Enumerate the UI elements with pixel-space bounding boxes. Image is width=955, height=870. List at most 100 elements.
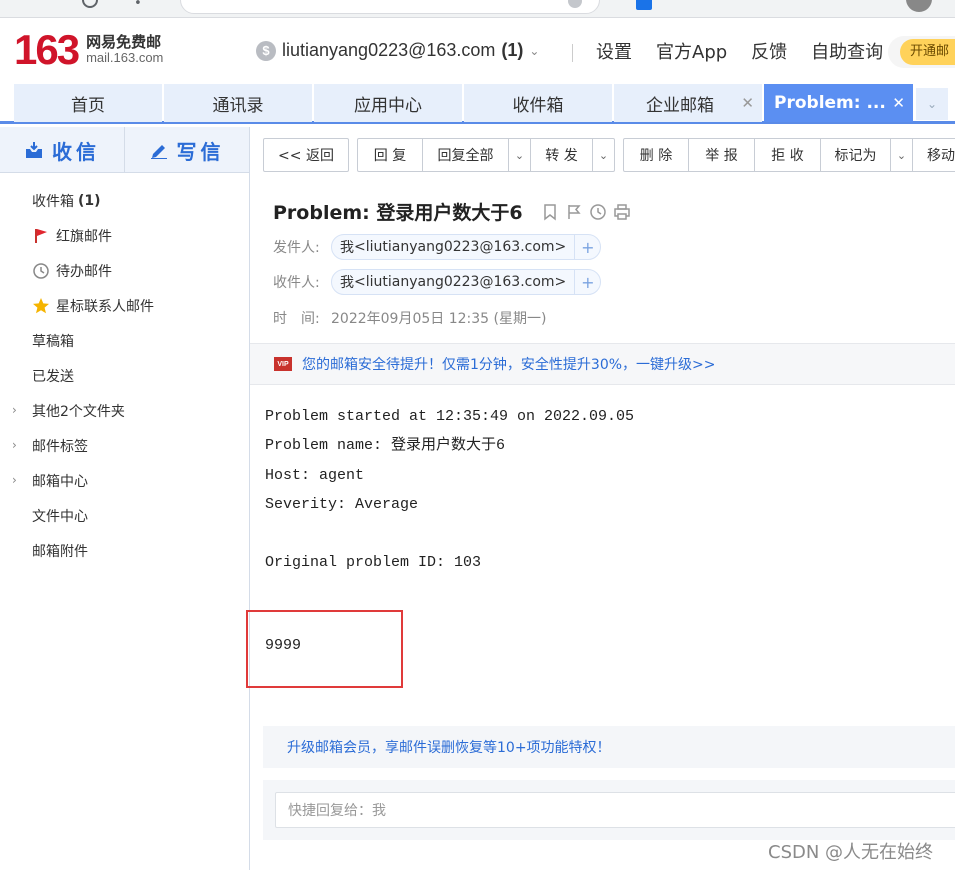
quick-reply-input[interactable]: 快捷回复给：我 — [275, 792, 955, 828]
sidebar-item-sent[interactable]: 已发送 — [0, 358, 249, 393]
sidebar-item-flagged[interactable]: 红旗邮件 — [0, 218, 249, 253]
refresh-icon[interactable] — [82, 0, 98, 8]
sidebar-item-todo[interactable]: 待办邮件 — [0, 253, 249, 288]
back-button[interactable]: << 返回 — [263, 138, 349, 172]
upgrade-banner-text: 升级邮箱会员，享邮件误删恢复等10+项功能特权！ — [287, 740, 611, 756]
move-button[interactable]: 移动 — [913, 138, 955, 172]
recipient-chip[interactable]: 我 <liutianyang0223@163.com> + — [331, 269, 602, 295]
profile-avatar[interactable] — [906, 0, 932, 12]
sender-label: 发件人: — [273, 240, 320, 256]
reply-group: 回 复 回复全部 ⌄ 转 发 ⌄ — [357, 138, 615, 172]
official-app-link[interactable]: 官方App — [656, 38, 727, 64]
inbox-icon — [26, 142, 42, 158]
pen-icon — [150, 145, 167, 159]
compose-button[interactable]: 写信 — [124, 127, 248, 173]
security-banner-text: 您的邮箱安全待提升！仅需1分钟，安全性提升30%，一键升级>> — [302, 357, 716, 373]
bookmark-icon[interactable] — [636, 0, 652, 10]
sender-name: 我 — [340, 240, 354, 256]
tab-problem[interactable]: Problem: ... ✕ — [764, 84, 913, 122]
top-links: 设置 官方App 反馈 自助查询 — [596, 38, 907, 64]
open-vip-button[interactable]: 开通邮 — [900, 39, 955, 65]
recipient-name: 我 — [340, 275, 354, 291]
red-flag-icon — [32, 227, 50, 245]
flag-icon[interactable] — [565, 203, 583, 221]
logo-number: 163 — [14, 26, 80, 73]
close-icon[interactable]: ✕ — [892, 94, 905, 112]
clock-icon[interactable] — [589, 203, 607, 221]
sidebar-item-file-center[interactable]: 文件中心 — [0, 498, 249, 533]
chevron-right-icon[interactable]: › — [12, 438, 17, 452]
chevron-down-icon: ⌄ — [529, 43, 540, 58]
receive-button[interactable]: 收信 — [0, 127, 124, 173]
divider — [572, 44, 573, 62]
sidebar-item-other-folders[interactable]: › 其他2个文件夹 — [0, 393, 249, 428]
self-service-link[interactable]: 自助查询 — [811, 38, 883, 64]
mail-toolbar: << 返回 回 复 回复全部 ⌄ 转 发 ⌄ 删 除 举 报 拒 收 标记为 ⌄… — [263, 138, 955, 172]
chevron-right-icon[interactable]: › — [12, 403, 17, 417]
reject-button[interactable]: 拒 收 — [755, 138, 821, 172]
email-body: Problem started at 12:35:49 on 2022.09.0… — [265, 408, 635, 572]
sidebar-item-starred-contacts[interactable]: 星标联系人邮件 — [0, 288, 249, 323]
time-label: 时 间: — [273, 311, 320, 327]
tab-app-center[interactable]: 应用中心 — [314, 84, 462, 122]
recipient-address: <liutianyang0223@163.com> — [354, 274, 567, 290]
star-icon — [32, 297, 50, 315]
reply-button[interactable]: 回 复 — [357, 138, 423, 172]
account-unread-count: (1) — [501, 40, 524, 60]
upgrade-banner[interactable]: 升级邮箱会员，享邮件误删恢复等10+项功能特权！ — [263, 726, 955, 768]
extension-icon[interactable]: • — [134, 0, 142, 11]
add-contact-icon[interactable]: + — [574, 270, 600, 294]
highlight-box — [246, 610, 403, 688]
address-bar[interactable] — [180, 0, 600, 14]
logo-domain: mail.163.com — [86, 50, 164, 65]
bookmark-icon[interactable] — [541, 203, 559, 221]
recipient-row: 收件人: 我 <liutianyang0223@163.com> + — [273, 269, 602, 295]
add-contact-icon[interactable]: + — [574, 235, 600, 259]
sidebar: 收信 写信 收件箱 (1) 红旗邮件 待办邮件 星标联系人邮件 草稿箱 已发送 ›… — [0, 127, 250, 870]
time-value: 2022年09月05日 12:35 (星期一) — [331, 311, 547, 327]
mail-actions: 收信 写信 — [0, 127, 249, 173]
report-button[interactable]: 举 报 — [689, 138, 755, 172]
sender-chip[interactable]: 我 <liutianyang0223@163.com> + — [331, 234, 602, 260]
tab-home[interactable]: 首页 — [14, 84, 162, 122]
tab-enterprise-mail[interactable]: 企业邮箱 ✕ — [614, 84, 762, 122]
sidebar-item-drafts[interactable]: 草稿箱 — [0, 323, 249, 358]
chevron-down-icon[interactable]: ⌄ — [509, 138, 531, 172]
account-menu[interactable]: $ liutianyang0223@163.com (1) ⌄ — [256, 40, 539, 61]
tab-contacts[interactable]: 通讯录 — [164, 84, 312, 122]
mark-as-button[interactable]: 标记为 — [821, 138, 891, 172]
chevron-down-icon[interactable]: ⌄ — [891, 138, 913, 172]
delete-button[interactable]: 删 除 — [623, 138, 689, 172]
print-icon[interactable] — [613, 203, 631, 221]
security-banner[interactable]: VIP 您的邮箱安全待提升！仅需1分钟，安全性提升30%，一键升级>> — [250, 343, 955, 385]
close-icon[interactable]: ✕ — [741, 94, 754, 112]
chevron-down-icon[interactable]: ⌄ — [916, 88, 948, 120]
sender-row: 发件人: 我 <liutianyang0223@163.com> + — [273, 234, 602, 260]
mail-header: 163 网易免费邮 mail.163.com $ liutianyang0223… — [0, 18, 955, 84]
tab-bar: 首页 通讯录 应用中心 收件箱 企业邮箱 ✕ Problem: ... ✕ ⌄ — [0, 84, 955, 124]
coin-icon: $ — [256, 40, 276, 61]
quick-reply-area: 快捷回复给：我 — [263, 780, 955, 840]
vip-pill: 开通邮 — [888, 36, 955, 68]
feedback-link[interactable]: 反馈 — [751, 38, 787, 64]
tab-inbox[interactable]: 收件箱 — [464, 84, 612, 122]
chevron-right-icon[interactable]: › — [12, 473, 17, 487]
forward-button[interactable]: 转 发 — [531, 138, 593, 172]
netease-logo[interactable]: 163 网易免费邮 mail.163.com — [14, 26, 164, 73]
email-subject-row: Problem: 登录用户数大于6 — [273, 198, 631, 225]
chevron-down-icon[interactable]: ⌄ — [593, 138, 615, 172]
watermark: CSDN @人无在始终 — [768, 842, 934, 863]
browser-toolbar-remnant: • — [0, 0, 955, 18]
folder-list: 收件箱 (1) 红旗邮件 待办邮件 星标联系人邮件 草稿箱 已发送 › 其他2个文… — [0, 183, 249, 568]
email-subject: Problem: 登录用户数大于6 — [273, 202, 523, 224]
clock-icon — [32, 262, 50, 280]
settings-link[interactable]: 设置 — [596, 38, 632, 64]
sidebar-item-tags[interactable]: › 邮件标签 — [0, 428, 249, 463]
reply-all-button[interactable]: 回复全部 — [423, 138, 509, 172]
sidebar-item-inbox[interactable]: 收件箱 (1) — [0, 183, 249, 218]
sidebar-item-attachments[interactable]: 邮箱附件 — [0, 533, 249, 568]
vip-icon: VIP — [274, 357, 292, 371]
sender-address: <liutianyang0223@163.com> — [354, 239, 567, 255]
quick-reply-placeholder: 快捷回复给：我 — [288, 803, 386, 819]
sidebar-item-mail-center[interactable]: › 邮箱中心 — [0, 463, 249, 498]
